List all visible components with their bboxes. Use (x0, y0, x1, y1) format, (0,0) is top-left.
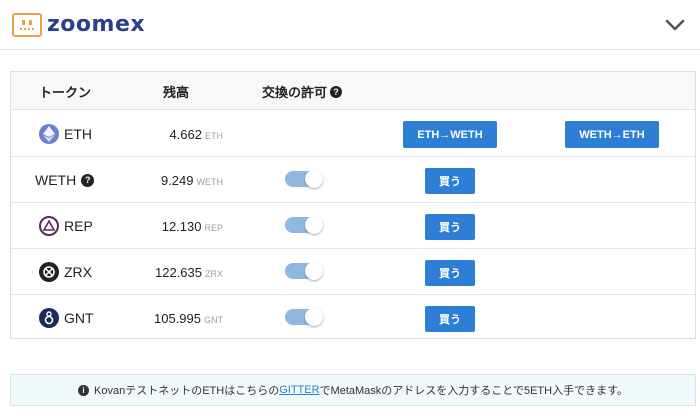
buy-button[interactable]: 買う (425, 260, 475, 286)
app-header: zoomex (0, 0, 700, 50)
balance-cell: 4.662 ETH (169, 111, 223, 157)
info-text-prefix: KovanテストネットのETHはこちらの (94, 385, 280, 397)
help-icon[interactable]: ? (330, 85, 343, 98)
info-notice: i KovanテストネットのETHはこちらの GITTER でMetaMaskの… (10, 374, 696, 406)
balance-cell: 105.995 GNT (154, 295, 223, 341)
allow-toggle[interactable] (285, 216, 323, 234)
buy-button[interactable]: 買う (425, 306, 475, 332)
balance-amount: 12.130 (161, 219, 202, 234)
weth-to-eth-button[interactable]: WETH→ETH (565, 121, 659, 148)
permission-label: 交換の許可 (262, 85, 328, 100)
balance-amount: 122.635 (155, 265, 202, 280)
balance-cell: 9.249 WETH (161, 157, 223, 203)
table-row-rep: REP 12.130 REP 買う (11, 203, 695, 249)
allow-toggle[interactable] (285, 308, 323, 326)
token-symbol: WETH (35, 172, 77, 188)
toggle-knob (305, 262, 323, 280)
toggle-knob (305, 170, 323, 188)
token-cell: WETH ? (35, 157, 95, 203)
toggle-knob (305, 216, 323, 234)
eth-to-weth-button[interactable]: ETH→WETH (403, 121, 497, 148)
token-cell: ZRX (39, 249, 92, 295)
column-header-token: トークン (39, 85, 92, 100)
token-symbol: ZRX (64, 264, 92, 280)
gitter-link[interactable]: GITTER (279, 384, 319, 396)
chevron-down-icon[interactable] (664, 14, 686, 36)
0x-icon (39, 262, 59, 282)
info-icon: i (78, 384, 90, 396)
balance-unit: GNT (204, 315, 223, 325)
token-symbol: GNT (64, 310, 94, 326)
zoomex-logo-icon (12, 12, 42, 37)
balance-amount: 4.662 (169, 127, 202, 142)
balance-cell: 122.635 ZRX (155, 249, 223, 295)
token-symbol: ETH (64, 126, 92, 142)
table-row-eth: ETH 4.662 ETH ETH→WETH WETH→ETH (11, 111, 695, 157)
balance-unit: ETH (205, 131, 223, 141)
buy-button[interactable]: 買う (425, 168, 475, 194)
ethereum-icon (39, 124, 59, 144)
column-header-permission: 交換の許可 ? (262, 82, 343, 101)
token-table: トークン 残高 交換の許可 ? ETH 4.662 ETH ETH→WETH W… (10, 71, 696, 339)
balance-cell: 12.130 REP (162, 203, 223, 249)
allow-toggle[interactable] (285, 262, 323, 280)
table-header: トークン 残高 交換の許可 ? (11, 72, 695, 110)
buy-button[interactable]: 買う (425, 214, 475, 240)
token-cell: GNT (39, 295, 94, 341)
allow-toggle[interactable] (285, 170, 323, 188)
balance-unit: WETH (196, 177, 224, 187)
table-row-zrx: ZRX 122.635 ZRX 買う (11, 249, 695, 295)
balance-unit: ZRX (205, 269, 223, 279)
balance-amount: 105.995 (154, 311, 201, 326)
token-cell: ETH (39, 111, 92, 157)
column-header-balance: 残高 (163, 85, 190, 100)
token-symbol: REP (64, 218, 93, 234)
toggle-knob (305, 308, 323, 326)
golem-icon (39, 308, 59, 328)
augur-icon (39, 216, 59, 236)
logo-text: zoomex (47, 12, 146, 37)
info-text-suffix: でMetaMaskのアドレスを入力することで5ETH入手できます。 (319, 385, 628, 397)
help-icon[interactable]: ? (81, 173, 95, 187)
balance-unit: REP (204, 223, 223, 233)
logo[interactable]: zoomex (12, 12, 145, 37)
table-row-weth: WETH ? 9.249 WETH 買う (11, 157, 695, 203)
table-row-gnt: GNT 105.995 GNT 買う (11, 295, 695, 341)
token-cell: REP (39, 203, 93, 249)
balance-amount: 9.249 (160, 173, 194, 188)
